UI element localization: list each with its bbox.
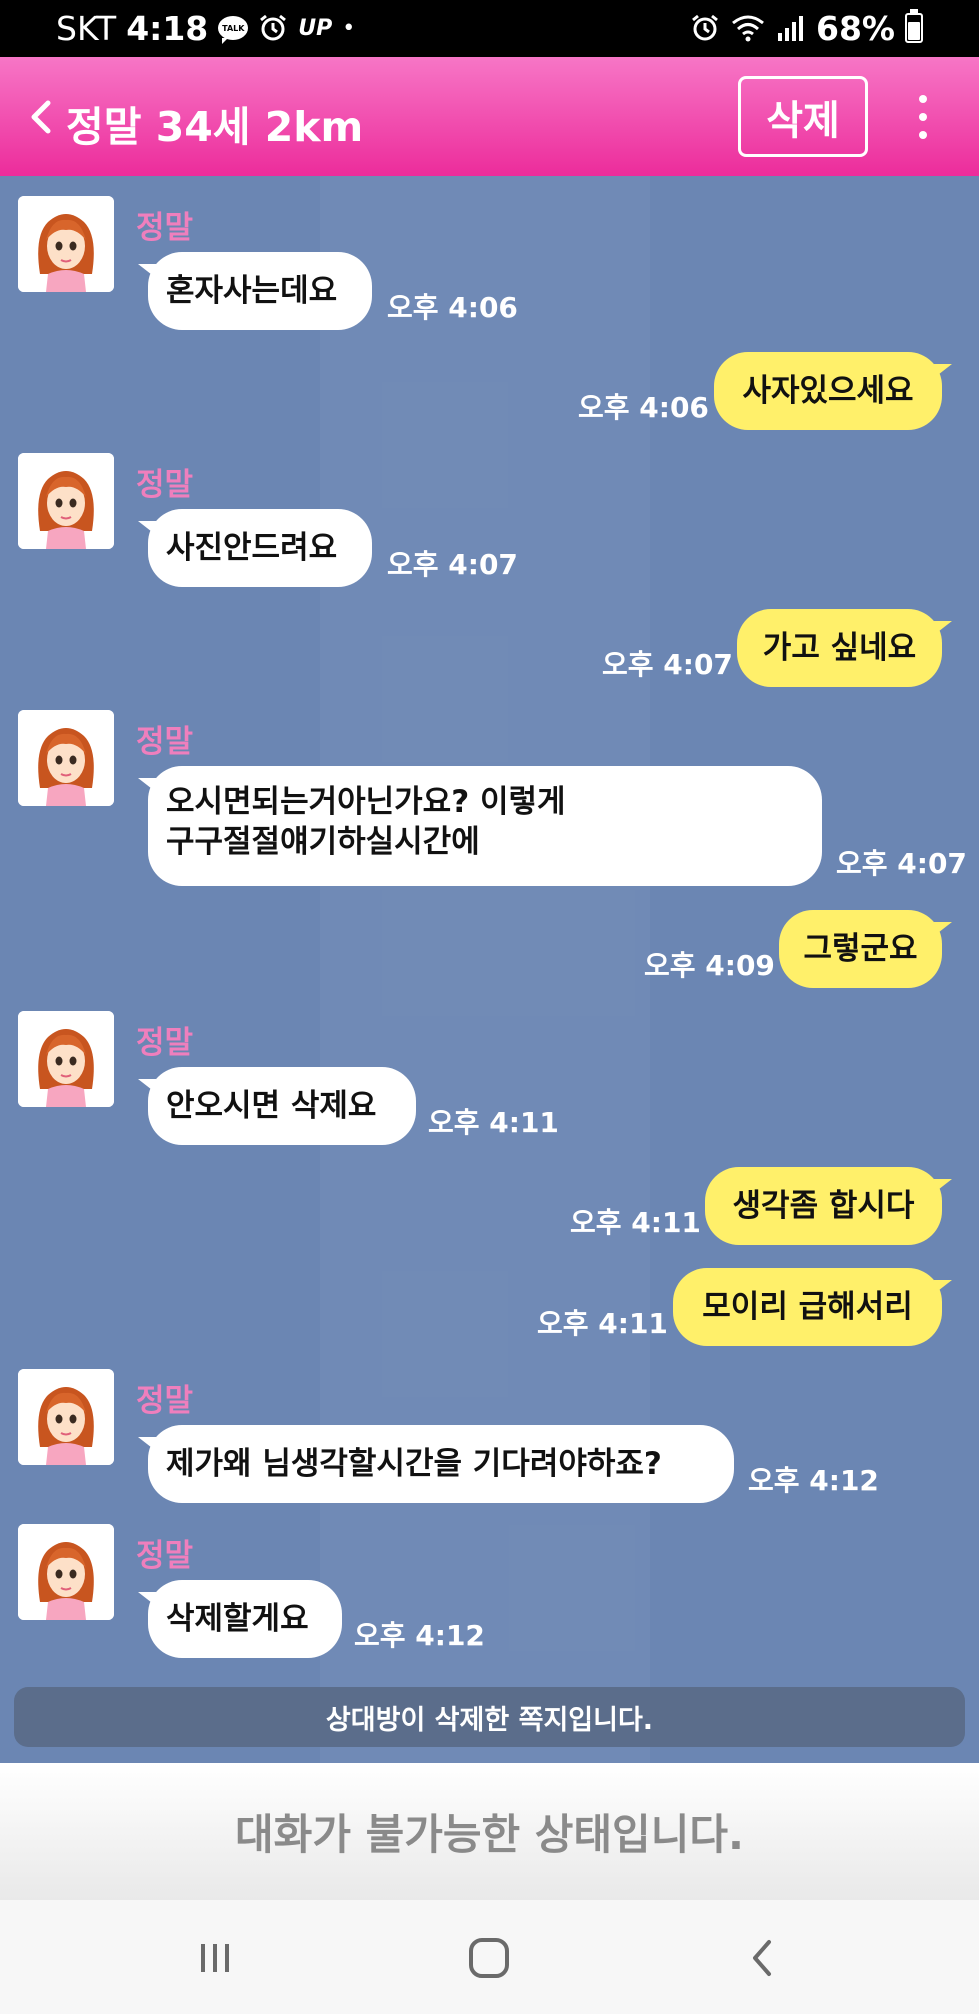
status-right: 68% bbox=[690, 8, 923, 48]
sender-name: 정말 bbox=[136, 210, 194, 246]
system-nav-bar bbox=[0, 1900, 979, 2014]
signal-icon bbox=[776, 13, 806, 43]
message-time: 오후 4:07 bbox=[387, 548, 518, 581]
sender-name: 정말 bbox=[136, 1383, 194, 1419]
message-line: 구구절절얘기하실시간에 bbox=[166, 824, 480, 860]
message-time: 오후 4:07 bbox=[602, 648, 733, 681]
outgoing-message-bubble[interactable]: 가고 싶네요 bbox=[737, 609, 952, 687]
alarm-icon bbox=[690, 13, 720, 43]
incoming-message-bubble[interactable]: 안오시면 삭제요 bbox=[138, 1067, 416, 1145]
battery-percent: 68% bbox=[816, 8, 895, 48]
carrier-label: SKT bbox=[56, 8, 117, 48]
incoming-message-bubble[interactable]: 삭제할게요 bbox=[138, 1580, 342, 1658]
sender-name: 정말 bbox=[136, 1025, 194, 1061]
message-list[interactable]: 정말 혼자사는데요 오후 4:06 오후 4:06 사자있으세요 정말 사진안드… bbox=[0, 176, 979, 1763]
avatar[interactable] bbox=[18, 710, 114, 806]
home-icon[interactable] bbox=[459, 1928, 519, 1988]
incoming-message-bubble[interactable]: 혼자사는데요 bbox=[138, 252, 372, 330]
outgoing-message-bubble[interactable]: 사자있으세요 bbox=[714, 352, 952, 430]
chat-room-title: 정말 34세 2km bbox=[66, 103, 364, 151]
message-time: 오후 4:12 bbox=[354, 1619, 485, 1652]
deleted-message-notice: 상대방이 삭제한 쪽지입니다. bbox=[14, 1687, 965, 1747]
wifi-icon bbox=[730, 13, 766, 43]
more-options-icon[interactable] bbox=[905, 95, 941, 139]
outgoing-message-bubble[interactable]: 그렇군요 bbox=[779, 910, 952, 988]
chat-disabled-bar: 대화가 불가능한 상태입니다. bbox=[0, 1763, 979, 1900]
avatar[interactable] bbox=[18, 1524, 114, 1620]
avatar[interactable] bbox=[18, 453, 114, 549]
clock: 4:18 bbox=[126, 8, 209, 48]
notification-dot-icon: • bbox=[342, 15, 356, 41]
incoming-message-bubble[interactable]: 오시면되는거아닌가요? 이렇게 구구절절얘기하실시간에 bbox=[138, 766, 822, 886]
chat-disabled-text: 대화가 불가능한 상태입니다. bbox=[235, 1810, 744, 1859]
recent-apps-icon[interactable] bbox=[185, 1928, 245, 1988]
sender-name: 정말 bbox=[136, 1538, 194, 1574]
chat-header: 정말 34세 2km 삭제 bbox=[0, 57, 979, 176]
message-line: 오시면되는거아닌가요? 이렇게 bbox=[166, 784, 566, 820]
battery-level bbox=[908, 22, 920, 40]
sender-name: 정말 bbox=[136, 724, 194, 760]
message-time: 오후 4:07 bbox=[836, 847, 967, 880]
talk-icon: TALK bbox=[218, 16, 249, 44]
back-arrow-icon[interactable] bbox=[20, 93, 60, 141]
message-time: 오후 4:06 bbox=[387, 291, 518, 324]
delete-button[interactable]: 삭제 bbox=[738, 76, 868, 157]
message-time: 오후 4:11 bbox=[537, 1307, 668, 1340]
incoming-message-bubble[interactable]: 사진안드려요 bbox=[138, 509, 372, 587]
alarm-icon bbox=[258, 13, 288, 43]
avatar[interactable] bbox=[18, 1011, 114, 1107]
message-time: 오후 4:12 bbox=[748, 1464, 879, 1497]
avatar[interactable] bbox=[18, 196, 114, 292]
battery-icon bbox=[905, 9, 923, 43]
message-time: 오후 4:09 bbox=[644, 949, 775, 982]
message-time: 오후 4:11 bbox=[570, 1206, 701, 1239]
sender-name: 정말 bbox=[136, 467, 194, 503]
incoming-message-bubble[interactable]: 제가왜 님생각할시간을 기다려야하죠? bbox=[138, 1425, 734, 1503]
message-time: 오후 4:11 bbox=[428, 1106, 559, 1139]
avatar[interactable] bbox=[18, 1369, 114, 1465]
status-bar: SKT 4:18 TALK UP • 68% bbox=[0, 0, 979, 57]
status-left: SKT 4:18 TALK UP • bbox=[56, 8, 355, 48]
message-time: 오후 4:06 bbox=[578, 391, 709, 424]
outgoing-message-bubble[interactable]: 모이리 급해서리 bbox=[673, 1268, 952, 1346]
back-icon[interactable] bbox=[733, 1928, 793, 1988]
up-icon: UP bbox=[298, 15, 333, 41]
outgoing-message-bubble[interactable]: 생각좀 합시다 bbox=[705, 1167, 952, 1245]
